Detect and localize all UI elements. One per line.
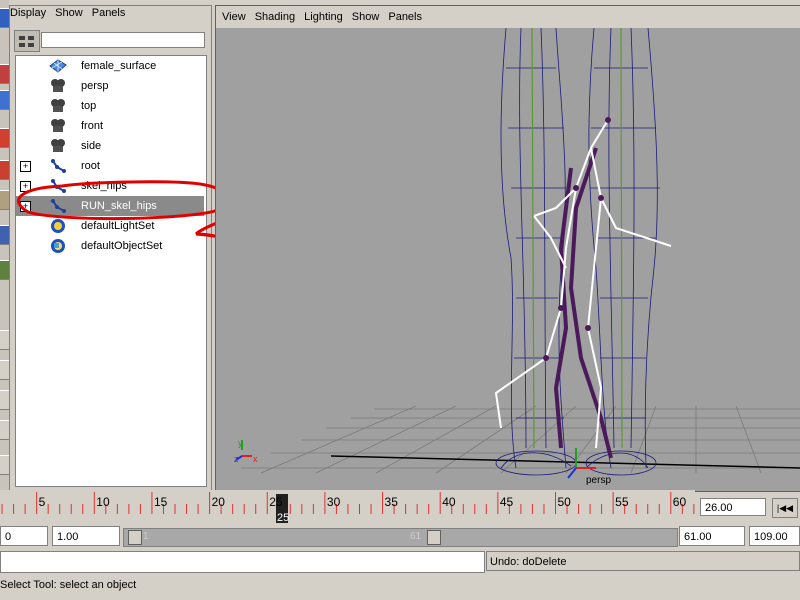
- purple-skeleton: [553, 147, 613, 459]
- camera-name-label: persp: [586, 475, 611, 486]
- viewport-menu-panels[interactable]: Panels: [388, 6, 422, 28]
- outliner-menu-show[interactable]: Show: [55, 7, 83, 19]
- outliner-item-front[interactable]: front: [16, 116, 204, 136]
- scale-tool-icon[interactable]: [0, 128, 9, 148]
- viewport-menu-show[interactable]: Show: [352, 6, 380, 28]
- timeline-label: 30: [327, 495, 341, 509]
- layout-button-1[interactable]: [0, 330, 9, 350]
- viewport-menu-view[interactable]: View: [222, 6, 246, 28]
- outliner-menubar: Display Show Panels: [10, 7, 131, 25]
- range-slider-bar[interactable]: [123, 528, 678, 547]
- outliner-item-persp[interactable]: persp: [16, 76, 204, 96]
- go-to-start-button[interactable]: |◀◀: [772, 498, 798, 518]
- time-slider[interactable]: 5 10 15 20 25 30 35 40 45 50 55 60 25: [0, 490, 695, 525]
- outliner-tree: female_surface persp top front side + ro…: [15, 55, 207, 487]
- viewport-panel[interactable]: View Shading Lighting Show Panels y z x …: [215, 5, 800, 492]
- outliner-item-label: top: [81, 100, 97, 112]
- range-slider-end-label: 61: [410, 531, 422, 542]
- timeline-label: 35: [385, 495, 399, 509]
- outliner-item-label: side: [81, 140, 102, 152]
- outliner-item-label: female_surface: [81, 60, 157, 72]
- timeline-label: 25: [269, 495, 283, 509]
- timeline-label: 50: [558, 495, 572, 509]
- layout-button-2[interactable]: [0, 360, 9, 380]
- current-frame-label: 25: [277, 512, 289, 524]
- range-slider-start-label: 1: [143, 531, 149, 542]
- outliner-menu-display[interactable]: Display: [10, 7, 46, 19]
- outliner-menu-panels[interactable]: Panels: [92, 7, 126, 19]
- outliner-filter-icon[interactable]: [14, 30, 40, 52]
- rewind-icon: |◀◀: [776, 503, 794, 513]
- camera-icon: [49, 98, 67, 114]
- viewport-canvas[interactable]: y z x persp: [216, 28, 800, 491]
- timeline-label: 60: [673, 495, 687, 509]
- outliner-toolbar: [14, 30, 205, 52]
- rotate-tool-icon[interactable]: [0, 90, 9, 110]
- timeline-label: 55: [615, 495, 629, 509]
- outliner-item-top[interactable]: top: [16, 96, 204, 116]
- ground-grid: [241, 405, 800, 474]
- anim-start-field[interactable]: 0: [0, 526, 48, 546]
- axis-label-x: x: [253, 454, 258, 464]
- timeline-label: 15: [154, 495, 168, 509]
- camera-icon: [49, 78, 67, 94]
- outliner-search-field[interactable]: [41, 32, 205, 48]
- outliner-item-label: front: [81, 120, 104, 132]
- layout-button-3[interactable]: [0, 390, 9, 410]
- timeline-label: 10: [96, 495, 110, 509]
- range-slider-start-handle[interactable]: [128, 530, 142, 545]
- move-tool-icon[interactable]: [0, 64, 9, 84]
- timeline-label: 5: [39, 495, 46, 509]
- white-skeleton: [494, 119, 672, 449]
- camera-icon: [49, 138, 67, 154]
- current-time-field[interactable]: 26.00: [700, 498, 766, 516]
- playback-start-field[interactable]: 1.00: [52, 526, 120, 546]
- command-line-input[interactable]: [0, 551, 485, 573]
- timeline-label: 20: [212, 495, 226, 509]
- viewport-menu-shading[interactable]: Shading: [255, 6, 295, 28]
- layout-button-4[interactable]: [0, 420, 9, 440]
- viewport-menubar: View Shading Lighting Show Panels: [216, 6, 800, 28]
- viewport-menu-lighting[interactable]: Lighting: [304, 6, 343, 28]
- outliner-item-label: persp: [81, 80, 109, 92]
- axis-label-z: z: [234, 454, 239, 464]
- select-tool-icon[interactable]: [0, 8, 9, 28]
- layout-button-5[interactable]: [0, 455, 9, 475]
- help-line: Select Tool: select an object: [0, 575, 800, 595]
- axis-label-y: y: [238, 438, 243, 448]
- playback-end-field[interactable]: 61.00: [679, 526, 745, 546]
- nurbs-surface-icon: [49, 58, 67, 74]
- outliner-item-female-surface[interactable]: female_surface: [16, 56, 204, 76]
- timeline-label: 45: [500, 495, 514, 509]
- range-slider-end-handle[interactable]: [427, 530, 441, 545]
- timeline-label: 40: [442, 495, 456, 509]
- leg-wireframe: [495, 28, 660, 476]
- camera-icon: [49, 118, 67, 134]
- command-feedback: Undo: doDelete: [486, 551, 800, 571]
- anim-end-field[interactable]: 109.00: [749, 526, 800, 546]
- outliner-item-side[interactable]: side: [16, 136, 204, 156]
